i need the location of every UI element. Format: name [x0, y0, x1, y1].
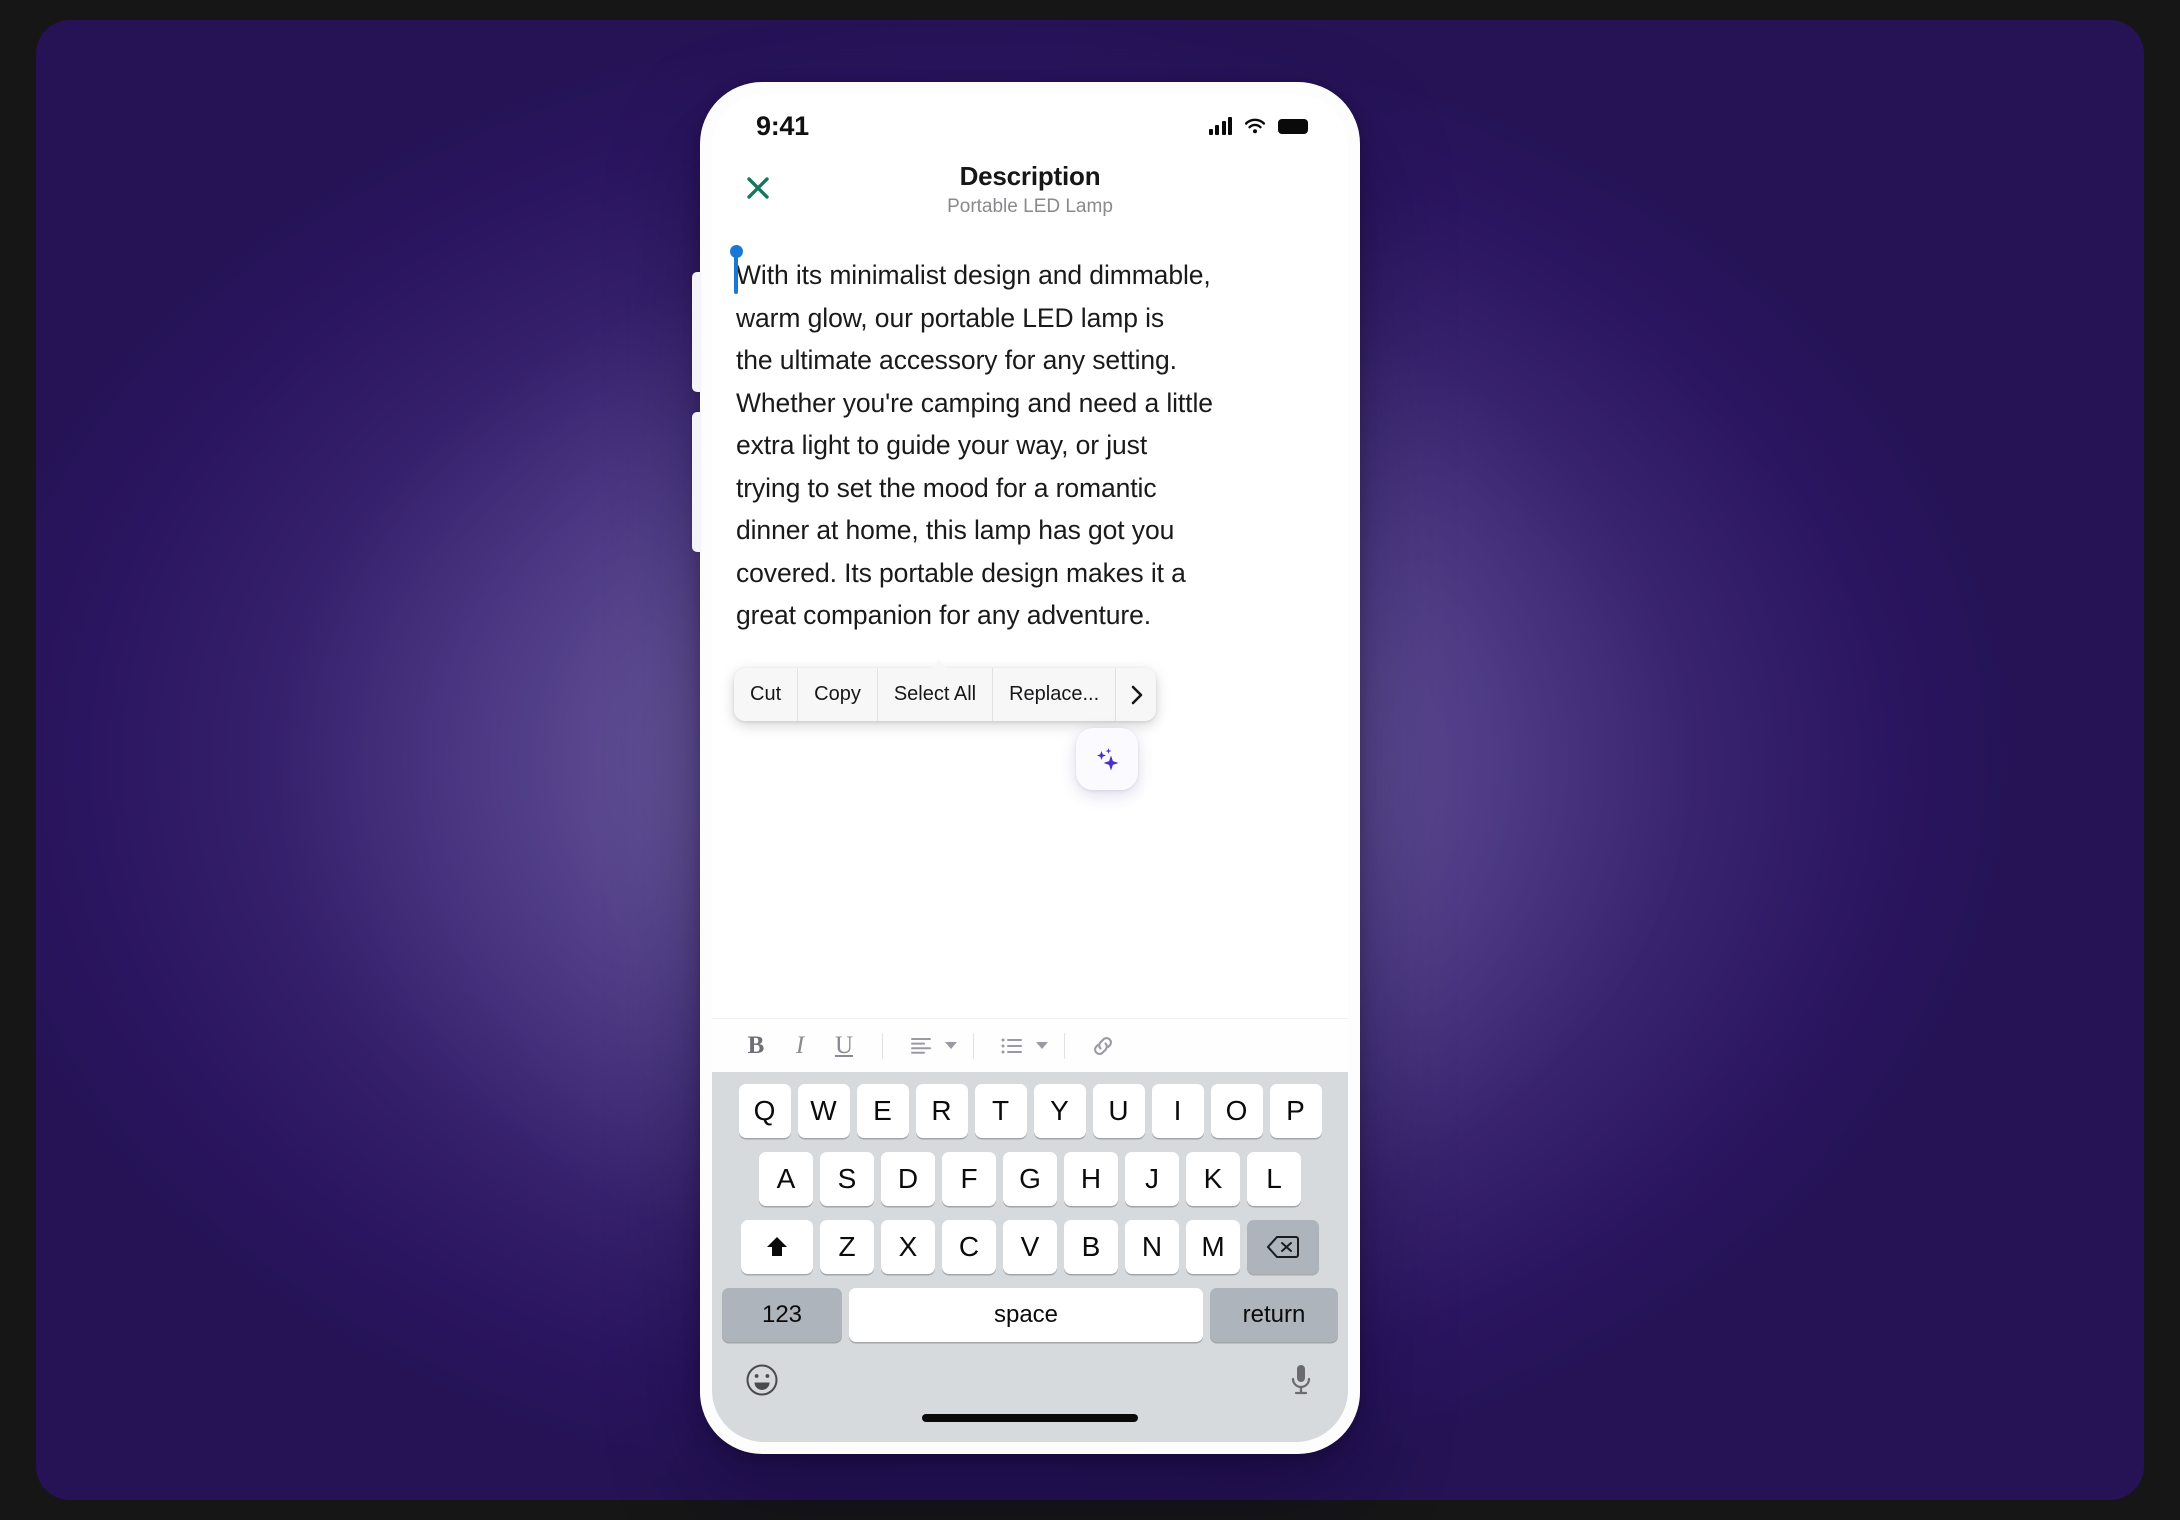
key-v[interactable]: V	[1003, 1220, 1057, 1274]
key-c[interactable]: C	[942, 1220, 996, 1274]
page-subtitle: Portable LED Lamp	[947, 196, 1113, 217]
wifi-icon	[1244, 118, 1266, 134]
link-icon[interactable]	[1081, 1024, 1125, 1068]
formatting-toolbar: B I U	[712, 1018, 1348, 1072]
align-left-icon[interactable]	[899, 1024, 943, 1068]
modal-header: Description Portable LED Lamp	[712, 152, 1348, 234]
key-g[interactable]: G	[1003, 1152, 1057, 1206]
header-titles: Description Portable LED Lamp	[712, 160, 1348, 219]
context-menu-item-replace[interactable]: Replace...	[993, 668, 1117, 721]
return-key[interactable]: return	[1210, 1288, 1338, 1342]
keyboard-bottom-bar	[718, 1352, 1342, 1408]
key-f[interactable]: F	[942, 1152, 996, 1206]
backspace-icon[interactable]	[1247, 1220, 1319, 1274]
editor-area: With its minimalist design and dimmable,…	[712, 234, 1348, 1018]
context-menu-item-copy[interactable]: Copy	[798, 668, 878, 721]
key-x[interactable]: X	[881, 1220, 935, 1274]
key-s[interactable]: S	[820, 1152, 874, 1206]
rich-text-editor[interactable]: With its minimalist design and dimmable,…	[712, 234, 1348, 637]
key-p[interactable]: P	[1269, 1084, 1322, 1138]
list-control	[990, 1024, 1048, 1068]
status-bar: 9:41	[712, 94, 1348, 152]
volume-down-button[interactable]	[692, 412, 701, 552]
on-screen-keyboard: Q W E R T Y U I O P A S D F G H J K L Z …	[712, 1072, 1348, 1442]
key-t[interactable]: T	[974, 1084, 1027, 1138]
keyboard-row-2: A S D F G H J K L	[718, 1152, 1342, 1206]
microphone-icon[interactable]	[1286, 1362, 1316, 1403]
key-n[interactable]: N	[1125, 1220, 1179, 1274]
context-menu-item-cut[interactable]: Cut	[734, 668, 799, 721]
italic-button[interactable]: I	[778, 1024, 822, 1068]
key-h[interactable]: H	[1064, 1152, 1118, 1206]
key-i[interactable]: I	[1151, 1084, 1204, 1138]
cellular-signal-icon	[1208, 117, 1232, 135]
screenshot-stage: 9:41 Description Portable LED Lamp With …	[0, 0, 2180, 1520]
emoji-smiley-icon[interactable]	[744, 1362, 780, 1403]
bold-button[interactable]: B	[734, 1024, 778, 1068]
key-w[interactable]: W	[797, 1084, 850, 1138]
context-menu-notch	[930, 660, 948, 670]
chevron-down-icon-list[interactable]	[1036, 1042, 1048, 1049]
key-l[interactable]: L	[1247, 1152, 1301, 1206]
keyboard-row-3: Z X C V B N M	[718, 1220, 1342, 1274]
key-d[interactable]: D	[881, 1152, 935, 1206]
space-key[interactable]: space	[849, 1288, 1203, 1342]
key-k[interactable]: K	[1186, 1152, 1240, 1206]
key-r[interactable]: R	[915, 1084, 968, 1138]
align-control	[899, 1024, 957, 1068]
shift-arrow-icon[interactable]	[741, 1220, 813, 1274]
keyboard-row-4: 123 space return	[718, 1288, 1342, 1342]
ai-assist-button[interactable]	[1076, 728, 1138, 790]
chevron-down-icon-align[interactable]	[945, 1042, 957, 1049]
sparkles-icon	[1097, 748, 1119, 771]
key-u[interactable]: U	[1092, 1084, 1145, 1138]
toolbar-divider	[973, 1032, 974, 1059]
phone-device-frame: 9:41 Description Portable LED Lamp With …	[692, 82, 1360, 1454]
description-text[interactable]: With its minimalist design and dimmable,…	[736, 254, 1330, 637]
key-z[interactable]: Z	[820, 1220, 874, 1274]
key-e[interactable]: E	[856, 1084, 909, 1138]
key-m[interactable]: M	[1186, 1220, 1240, 1274]
key-a[interactable]: A	[759, 1152, 813, 1206]
phone-screen: 9:41 Description Portable LED Lamp With …	[712, 94, 1348, 1442]
page-title: Description	[959, 161, 1101, 191]
keyboard-row-1: Q W E R T Y U I O P	[718, 1084, 1342, 1138]
numbers-key[interactable]: 123	[722, 1288, 842, 1342]
status-bar-icons	[1208, 117, 1308, 135]
key-b[interactable]: B	[1064, 1220, 1118, 1274]
key-y[interactable]: Y	[1033, 1084, 1086, 1138]
battery-icon	[1278, 118, 1308, 134]
chevron-right-icon[interactable]	[1116, 668, 1158, 721]
text-context-menu: Cut Copy Select All Replace...	[734, 660, 1158, 721]
key-o[interactable]: O	[1210, 1084, 1263, 1138]
home-indicator-bar[interactable]	[922, 1414, 1138, 1422]
status-bar-clock: 9:41	[756, 110, 809, 141]
text-cursor-handle[interactable]	[730, 245, 743, 294]
toolbar-divider	[1064, 1032, 1065, 1059]
key-q[interactable]: Q	[738, 1084, 791, 1138]
context-menu-item-select-all[interactable]: Select All	[878, 668, 994, 721]
underline-button[interactable]: U	[822, 1024, 866, 1068]
toolbar-divider	[882, 1032, 883, 1059]
volume-up-button[interactable]	[692, 272, 701, 392]
close-icon[interactable]	[736, 166, 780, 210]
bulleted-list-icon[interactable]	[990, 1024, 1034, 1068]
key-j[interactable]: J	[1125, 1152, 1179, 1206]
